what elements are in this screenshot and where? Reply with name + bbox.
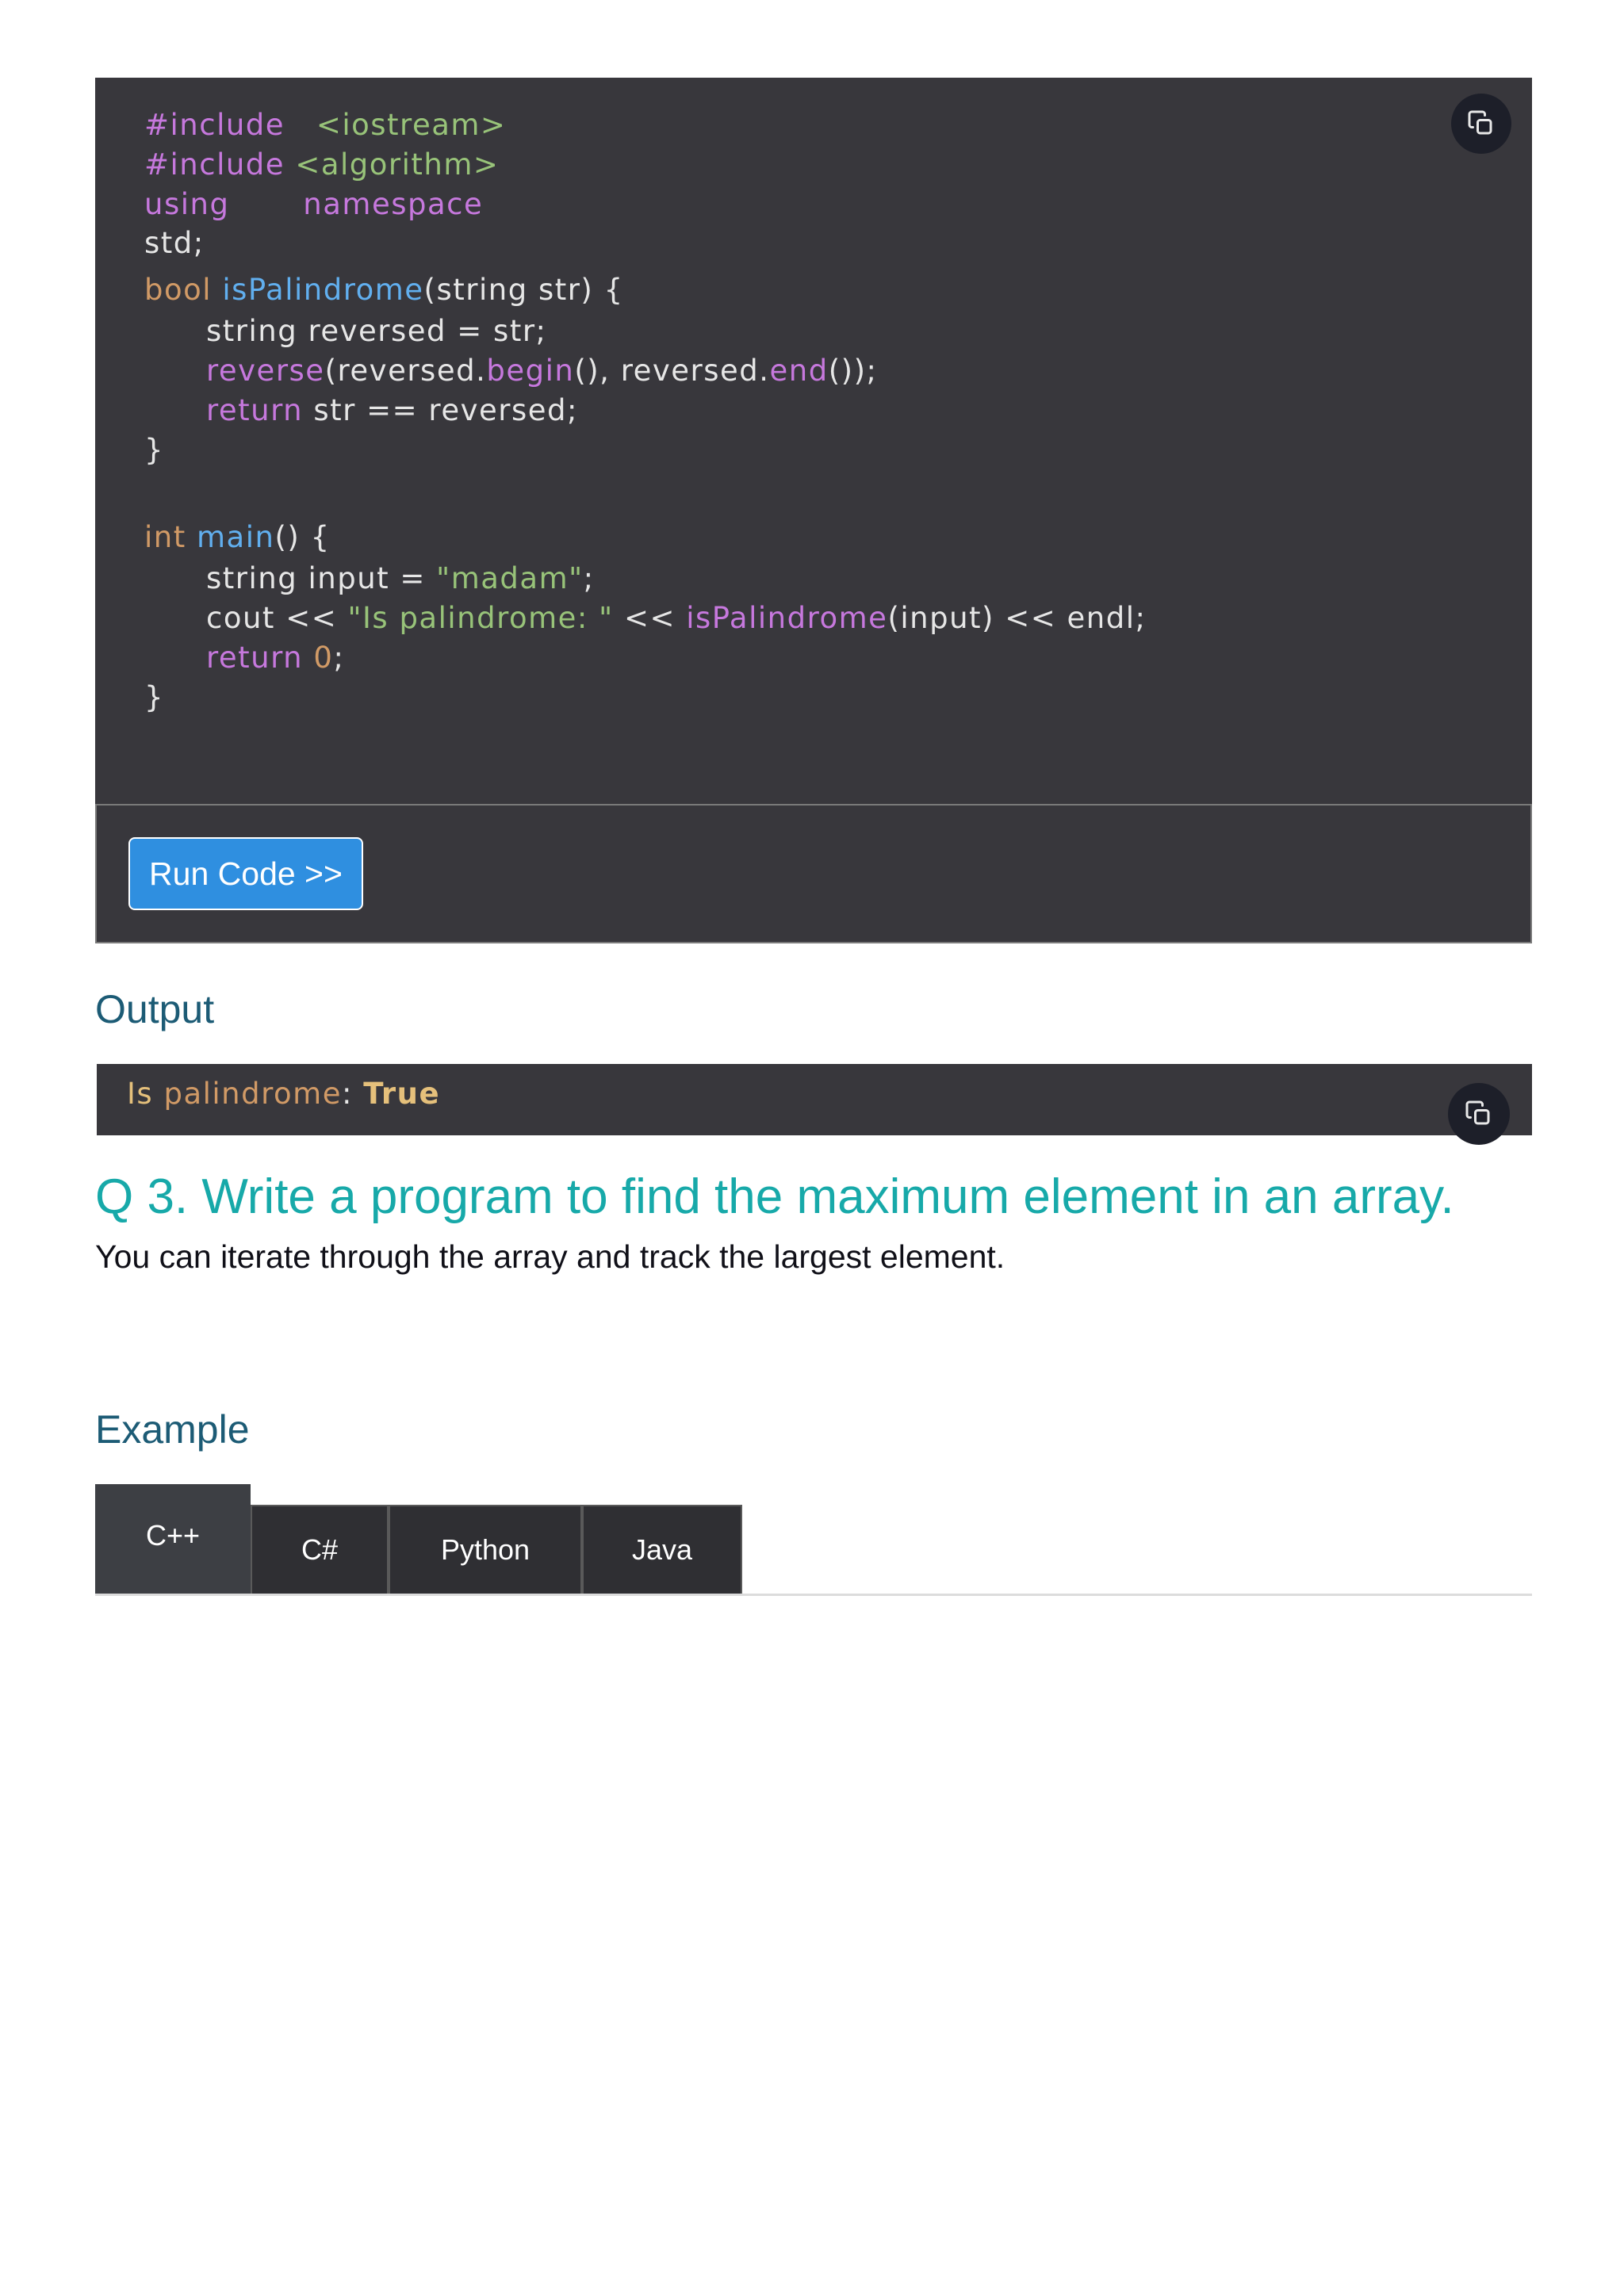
code-block: #include <iostream> #include <algorithm> u… bbox=[95, 78, 1532, 804]
code-token: isPalindrome bbox=[686, 601, 888, 635]
code-line: bool isPalindrome(string str) { bbox=[144, 271, 624, 309]
code-token: main bbox=[197, 520, 275, 554]
code-token: ; bbox=[333, 641, 345, 675]
code-token: <algorithm> bbox=[285, 147, 500, 182]
code-token: namespace bbox=[229, 187, 484, 221]
code-token: } bbox=[144, 433, 165, 467]
code-token: reverse bbox=[206, 354, 325, 388]
code-line: reverse(reversed.begin(), reversed.end()… bbox=[206, 352, 878, 390]
tab-java[interactable]: Java bbox=[582, 1505, 742, 1595]
copy-icon bbox=[1467, 109, 1496, 138]
code-token: } bbox=[144, 680, 165, 714]
code-line: #include <iostream> bbox=[144, 106, 506, 144]
copy-output-button[interactable] bbox=[1448, 1083, 1510, 1145]
copy-code-button[interactable] bbox=[1451, 94, 1511, 154]
code-token: ; bbox=[583, 561, 595, 595]
code-token: begin bbox=[486, 354, 575, 388]
code-token: bool bbox=[144, 273, 213, 307]
code-token: cout << bbox=[206, 601, 348, 635]
code-token: () { bbox=[274, 520, 331, 554]
code-line: } bbox=[144, 679, 164, 717]
code-token: end bbox=[769, 354, 829, 388]
question-title: Q 3. Write a program to find the maximum… bbox=[95, 1169, 1454, 1224]
code-line: string input = "madam"; bbox=[206, 560, 595, 598]
code-token: std; bbox=[144, 226, 205, 260]
run-bar: Run Code >> bbox=[95, 804, 1532, 943]
code-token: ()); bbox=[828, 354, 878, 388]
code-line: cout << "Is palindrome: " << isPalindrom… bbox=[206, 599, 1146, 637]
code-token: "madam" bbox=[436, 561, 584, 595]
output-heading: Output bbox=[95, 987, 215, 1031]
tab-csharp[interactable]: C# bbox=[251, 1505, 389, 1595]
tab-python[interactable]: Python bbox=[389, 1505, 582, 1595]
question-description: You can iterate through the array and tr… bbox=[95, 1238, 1005, 1275]
code-token: isPalindrome bbox=[222, 273, 424, 307]
code-line: } bbox=[144, 431, 164, 469]
tabs-divider bbox=[95, 1594, 1532, 1596]
output-is: Is bbox=[127, 1077, 154, 1111]
code-token: #include bbox=[144, 147, 285, 182]
code-token: << bbox=[613, 601, 687, 635]
code-token: (reversed. bbox=[324, 354, 487, 388]
code-token: int bbox=[144, 520, 186, 554]
code-token: (string str) { bbox=[423, 273, 624, 307]
code-line: return 0; bbox=[206, 639, 344, 677]
code-token: string input = bbox=[206, 561, 437, 595]
code-token: (), reversed. bbox=[574, 354, 770, 388]
code-token: (input) << endl; bbox=[887, 601, 1147, 635]
code-token: return bbox=[206, 641, 304, 675]
example-heading: Example bbox=[95, 1407, 250, 1452]
code-line: #include <algorithm> bbox=[144, 146, 499, 184]
tab-cpp[interactable]: C++ bbox=[95, 1484, 251, 1595]
code-line: string reversed = str; bbox=[206, 312, 547, 350]
run-code-button[interactable]: Run Code >> bbox=[128, 837, 363, 910]
copy-icon bbox=[1465, 1100, 1493, 1128]
code-token: <iostream> bbox=[285, 108, 507, 142]
code-line: return str == reversed; bbox=[206, 392, 578, 430]
code-token: str == reversed; bbox=[303, 393, 578, 427]
code-token: #include bbox=[144, 108, 285, 142]
code-area: #include <iostream> #include <algorithm> u… bbox=[95, 78, 1532, 804]
output-text: Is palindrome: True bbox=[127, 1075, 440, 1113]
code-line: std; bbox=[144, 224, 205, 262]
code-token: "Is palindrome: " bbox=[347, 601, 614, 635]
output-value: True bbox=[363, 1077, 441, 1111]
output-block: Is palindrome: True bbox=[97, 1064, 1532, 1135]
code-token: string reversed = str; bbox=[206, 314, 547, 348]
output-palindrome: palindrome bbox=[153, 1077, 342, 1111]
code-line: int main() { bbox=[144, 519, 331, 557]
code-token: using bbox=[144, 187, 230, 221]
code-token: 0 bbox=[313, 641, 334, 675]
code-line: using namespace bbox=[144, 186, 483, 224]
output-colon: : bbox=[341, 1077, 364, 1111]
code-token: return bbox=[206, 393, 304, 427]
